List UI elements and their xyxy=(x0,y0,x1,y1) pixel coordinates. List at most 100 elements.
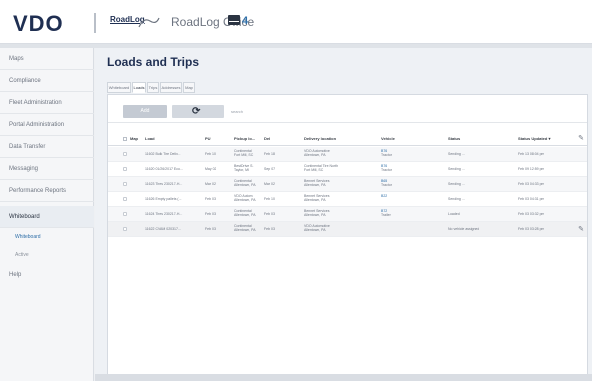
cell-status-updated: Feb 03 03:28 pm xyxy=(518,227,545,231)
refresh-button[interactable]: ⟳ xyxy=(172,105,224,118)
cell-del: Feb 03 xyxy=(264,227,275,231)
cell-del: Sep 07 xyxy=(264,167,276,171)
cell-vehicle-type: Tractor xyxy=(381,153,392,157)
column-header-status[interactable]: Status xyxy=(448,136,460,141)
sidebar: Maps Compliance Fleet Administration Por… xyxy=(0,48,94,381)
row-checkbox[interactable] xyxy=(123,212,127,216)
sidebar-subitem-active[interactable]: Active xyxy=(15,252,29,258)
header-divider xyxy=(94,13,96,33)
cell-status-updated: Feb 13 08:04 pm xyxy=(518,152,545,156)
cell-load: 11620 01/26/2017 Eco... xyxy=(145,167,183,171)
sidebar-item-messaging[interactable]: Messaging xyxy=(0,158,94,180)
table-row[interactable]: 11626 Empty pallets (... Feb 03 VDO Auto… xyxy=(108,192,587,207)
cell-vehicle: B65 Tractor xyxy=(381,179,392,187)
sidebar-subitem-whiteboard[interactable]: Whiteboard xyxy=(15,234,41,240)
mail-count-badge[interactable]: 4 xyxy=(242,15,248,27)
pencil-icon[interactable]: ✎ xyxy=(578,226,584,233)
cell-delivery-city: Allentown, PA xyxy=(304,228,326,232)
cell-del: Mar 02 xyxy=(264,182,275,186)
cell-pickup: Continental Allentown, PA xyxy=(234,209,262,217)
sidebar-item-data-transfer[interactable]: Data Transfer xyxy=(0,136,94,158)
cell-pu: Feb 03 xyxy=(205,197,216,201)
cell-pickup: Continental Allentown, PA xyxy=(234,224,262,232)
cell-vehicle-type: Tractor xyxy=(381,183,392,187)
cell-vehicle: B22 xyxy=(381,194,387,198)
cell-pickup-city: Fort Mill, SC xyxy=(234,153,254,157)
mail-icon[interactable] xyxy=(228,15,240,25)
cell-status-updated: Feb 09 12:59 pm xyxy=(518,167,545,171)
row-checkbox[interactable] xyxy=(123,227,127,231)
page-title: Loads and Trips xyxy=(107,55,200,69)
cell-load: 11623 Tires 230217-H... xyxy=(145,182,183,186)
cell-status-updated: Feb 03 04:31 pm xyxy=(518,197,545,201)
column-header-pickup[interactable]: Pickup lo... xyxy=(234,136,255,141)
cell-pu: May 02 xyxy=(205,167,217,171)
table-row[interactable]: 11602 Bulk Tire Deliv... Feb 10 Continen… xyxy=(108,147,587,162)
cell-delivery-city: Fort Mill, SC xyxy=(304,168,324,172)
cell-pickup-city: Taylor, MI xyxy=(234,168,249,172)
pencil-icon[interactable]: ✎ xyxy=(578,135,584,142)
cell-delivery-city: Allentown, PA xyxy=(304,153,326,157)
refresh-icon: ⟳ xyxy=(192,106,201,117)
cell-delivery: Bennet Services Allentown, PA xyxy=(304,194,374,202)
app-header: VDO RoadLog RoadLog Office 4 xyxy=(0,0,592,44)
row-checkbox[interactable] xyxy=(123,197,127,201)
column-header-delivery[interactable]: Delivery location xyxy=(304,136,336,141)
cell-delivery: Continental Tire North Fort Mill, SC xyxy=(304,164,374,172)
cell-del: Feb 03 xyxy=(264,212,275,216)
cell-delivery-city: Allentown, PA xyxy=(304,213,326,217)
cell-delivery: VDO Automotive Allentown, PA xyxy=(304,149,374,157)
cell-delivery: VDO Automotive Allentown, PA xyxy=(304,224,374,232)
tab-loads[interactable]: Loads xyxy=(132,82,146,93)
cell-vehicle-id[interactable]: B22 xyxy=(381,194,387,198)
cell-pu: Feb 03 xyxy=(205,212,216,216)
add-button[interactable]: Add xyxy=(123,105,167,118)
table-row[interactable]: 11622 CVAM 020317... Feb 03 Continental A… xyxy=(108,222,587,237)
tab-whiteboard[interactable]: Whiteboard xyxy=(107,82,131,93)
cell-vehicle: B72 Trailer xyxy=(381,209,391,217)
row-checkbox[interactable] xyxy=(123,182,127,186)
horizontal-scrollbar[interactable] xyxy=(95,374,592,381)
sidebar-item-performance-reports[interactable]: Performance Reports xyxy=(0,180,94,202)
cell-vehicle-type: Trailer xyxy=(381,213,391,217)
row-checkbox[interactable] xyxy=(123,167,127,171)
cell-pickup-city: Allentown, PA xyxy=(234,198,256,202)
cell-load: 11622 CVAM 020317... xyxy=(145,227,181,231)
sidebar-item-compliance[interactable]: Compliance xyxy=(0,70,94,92)
select-all-checkbox[interactable] xyxy=(123,137,127,141)
cell-delivery: Bennet Services Allentown, PA xyxy=(304,179,374,187)
sidebar-item-help[interactable]: Help xyxy=(0,264,94,286)
cell-vehicle: B76 Tractor xyxy=(381,149,392,157)
sidebar-item-maps[interactable]: Maps xyxy=(0,48,94,70)
cell-status: Sending ... xyxy=(448,167,465,171)
cell-delivery: Bennet Services Allentown, PA xyxy=(304,209,374,217)
toolbar: Add ⟳ xyxy=(108,95,587,123)
tab-trips[interactable]: Trips xyxy=(147,82,159,93)
sidebar-item-fleet-administration[interactable]: Fleet Administration xyxy=(0,92,94,114)
table-row[interactable]: 11620 01/26/2017 Eco... May 02 BestDrive… xyxy=(108,162,587,177)
search-input[interactable] xyxy=(231,105,291,118)
cell-load: 11624 Tires 230217-H... xyxy=(145,212,183,216)
vdo-logo: VDO xyxy=(13,11,64,36)
cell-load: 11602 Bulk Tire Deliv... xyxy=(145,152,181,156)
cell-del: Feb 18 xyxy=(264,152,275,156)
column-header-status-updated[interactable]: Status Updated ▾ xyxy=(518,136,550,141)
main-content: Loads and Trips Whiteboard Loads Trips A… xyxy=(95,48,592,381)
tab-addresses[interactable]: Addresses xyxy=(160,82,182,93)
cell-status: Sending ... xyxy=(448,197,465,201)
cell-del: Feb 10 xyxy=(264,197,275,201)
cell-pickup-city: Allentown, PA xyxy=(234,213,256,217)
column-header-vehicle[interactable]: Vehicle xyxy=(381,136,395,141)
column-header-load[interactable]: Load xyxy=(145,136,155,141)
column-header-del[interactable]: Del xyxy=(264,136,270,141)
row-checkbox[interactable] xyxy=(123,152,127,156)
sidebar-item-portal-administration[interactable]: Portal Administration xyxy=(0,114,94,136)
sidebar-item-whiteboard[interactable]: Whiteboard xyxy=(0,206,94,228)
tab-map[interactable]: Map xyxy=(183,82,195,93)
table-row[interactable]: 11624 Tires 230217-H... Feb 03 Continent… xyxy=(108,207,587,222)
cell-status: No vehicle assigned xyxy=(448,227,480,231)
column-header-pu[interactable]: PU xyxy=(205,136,211,141)
cell-status-updated: Feb 03 04:33 pm xyxy=(518,182,545,186)
table-row[interactable]: 11623 Tires 230217-H... Mar 02 Continent… xyxy=(108,177,587,192)
column-header-map[interactable]: Map xyxy=(130,136,138,141)
